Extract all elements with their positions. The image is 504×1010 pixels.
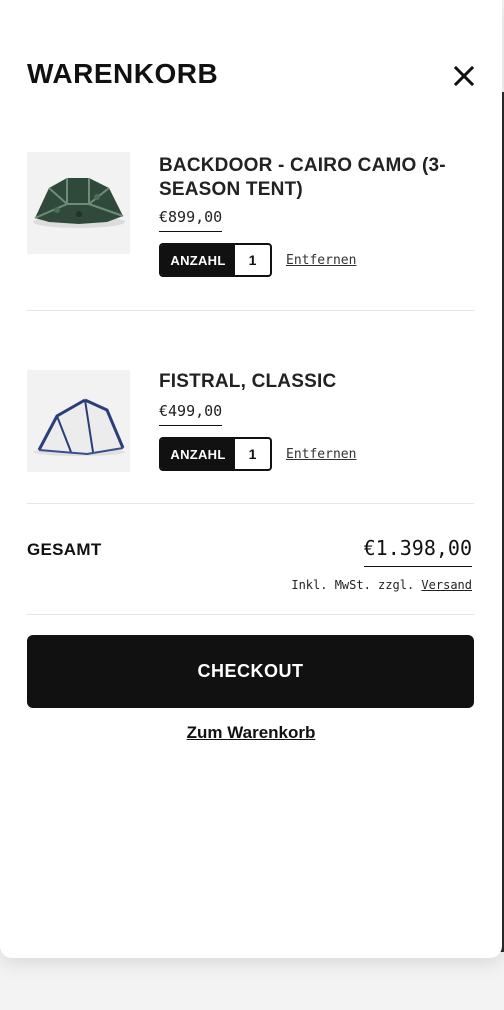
quantity-value[interactable]: 1 xyxy=(235,439,270,469)
product-price: €499,00 xyxy=(159,402,223,426)
total-value: €1.398,00 xyxy=(363,536,472,567)
cart-link-row: Zum Warenkorb xyxy=(0,723,502,743)
summary-divider xyxy=(27,614,474,615)
quantity-selector[interactable]: ANZAHL 1 xyxy=(159,437,272,471)
cart-item: FISTRAL, CLASSIC €499,00 ANZAHL 1 Entfer… xyxy=(27,370,474,480)
quantity-selector[interactable]: ANZAHL 1 xyxy=(159,243,272,277)
remove-item-link[interactable]: Entfernen xyxy=(286,447,356,462)
close-icon xyxy=(450,62,478,90)
close-button[interactable] xyxy=(450,62,478,90)
quantity-label: ANZAHL xyxy=(161,245,235,275)
item-divider xyxy=(27,503,474,504)
total-label: GESAMT xyxy=(27,540,102,559)
quantity-value[interactable]: 1 xyxy=(235,245,270,275)
tent-image-camo xyxy=(27,152,130,254)
view-cart-link[interactable]: Zum Warenkorb xyxy=(187,723,316,742)
remove-item-link[interactable]: Entfernen xyxy=(286,253,356,268)
quantity-label: ANZAHL xyxy=(161,439,235,469)
product-name[interactable]: BACKDOOR - CAIRO CAMO (3-SEASON TENT) xyxy=(159,154,449,202)
cart-drawer: WARENKORB BACKDOOR - CAIRO CAMO (3-SEASO… xyxy=(0,0,502,958)
product-name[interactable]: FISTRAL, CLASSIC xyxy=(159,370,449,394)
checkout-button[interactable]: CHECKOUT xyxy=(27,635,474,708)
tax-note: Inkl. MwSt. zzgl. Versand xyxy=(291,578,472,592)
shipping-link[interactable]: Versand xyxy=(421,578,472,592)
product-price: €899,00 xyxy=(159,208,223,232)
tent-image-classic xyxy=(27,370,130,472)
drawer-title: WARENKORB xyxy=(27,58,219,89)
tax-note-text: Inkl. MwSt. zzgl. xyxy=(291,578,415,592)
product-image[interactable] xyxy=(27,370,130,472)
product-image[interactable] xyxy=(27,152,130,254)
item-divider xyxy=(27,310,474,311)
cart-item: BACKDOOR - CAIRO CAMO (3-SEASON TENT) €8… xyxy=(27,152,474,292)
